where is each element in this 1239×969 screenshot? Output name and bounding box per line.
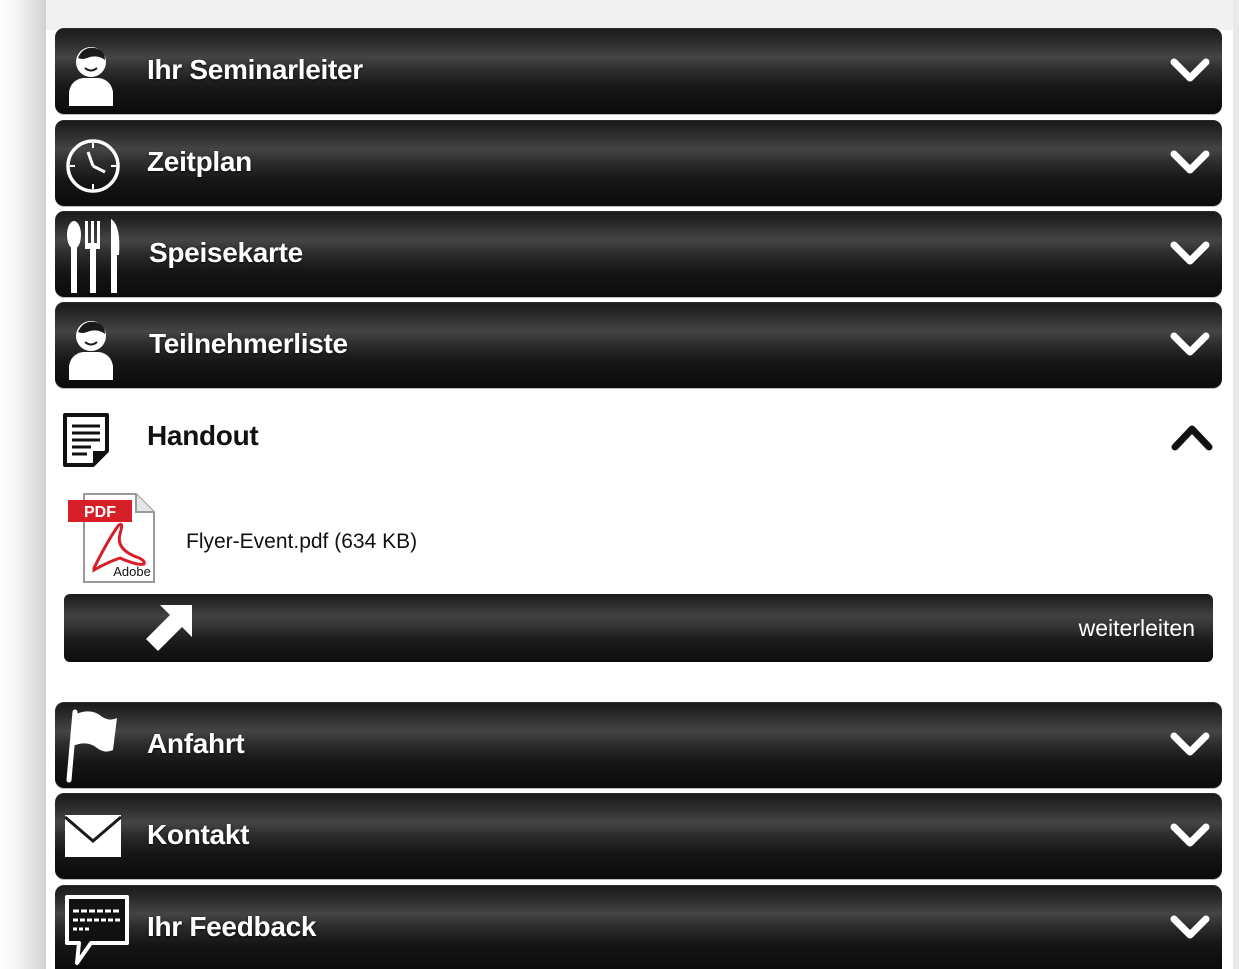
chevron-down-icon [1170,332,1210,356]
chevron-down-icon [1170,732,1210,756]
chevron-down-icon [1170,58,1210,82]
envelope-icon [64,815,122,857]
panel-label: Anfahrt [147,728,245,759]
forward-button[interactable]: weiterleiten [64,594,1213,662]
person-icon [69,321,113,380]
chevron-up-icon [1171,425,1213,451]
forward-arrow-icon [146,605,192,651]
panel-label: Ihr Feedback [147,911,317,942]
chevron-down-icon [1170,241,1210,265]
panel-zeitplan[interactable]: Zeitplan [55,120,1222,206]
person-icon [69,47,113,106]
panel-teilnehmerliste[interactable]: Teilnehmerliste [55,302,1222,388]
clock-icon [66,139,120,193]
cutlery-icon [67,219,120,293]
feedback-bubble-icon [65,895,129,965]
panel-ihr-feedback[interactable]: Ihr Feedback [55,885,1222,969]
panel-ihr-seminarleiter[interactable]: Ihr Seminarleiter [55,28,1222,114]
pdf-badge-text: PDF [84,504,116,521]
flag-icon [66,709,117,783]
chevron-down-icon [1170,915,1210,939]
forward-label: weiterleiten [1078,615,1195,641]
panel-anfahrt[interactable]: Anfahrt [55,702,1222,788]
panel-speisekarte[interactable]: Speisekarte [55,211,1222,297]
chevron-down-icon [1170,150,1210,174]
right-edge [1233,0,1239,969]
pdf-icon: PDF Adobe [68,493,155,583]
pdf-brand-text: Adobe [113,564,151,579]
left-shadow [0,0,46,969]
document-icon [63,413,109,467]
panel-handout[interactable]: Handout [55,395,1222,481]
panel-kontakt[interactable]: Kontakt [55,793,1222,879]
panel-label: Zeitplan [147,146,252,177]
top-strip [46,0,1239,30]
chevron-down-icon [1170,823,1210,847]
panel-label: Kontakt [147,819,250,850]
handout-file-link[interactable]: PDF Adobe Flyer-Event.pdf (634 KB) [64,490,664,585]
panel-label: Handout [147,420,259,451]
panel-label: Ihr Seminarleiter [147,54,363,85]
panel-label: Speisekarte [149,237,303,268]
file-name: Flyer-Event.pdf (634 KB) [186,530,418,553]
panel-label: Teilnehmerliste [149,328,348,359]
